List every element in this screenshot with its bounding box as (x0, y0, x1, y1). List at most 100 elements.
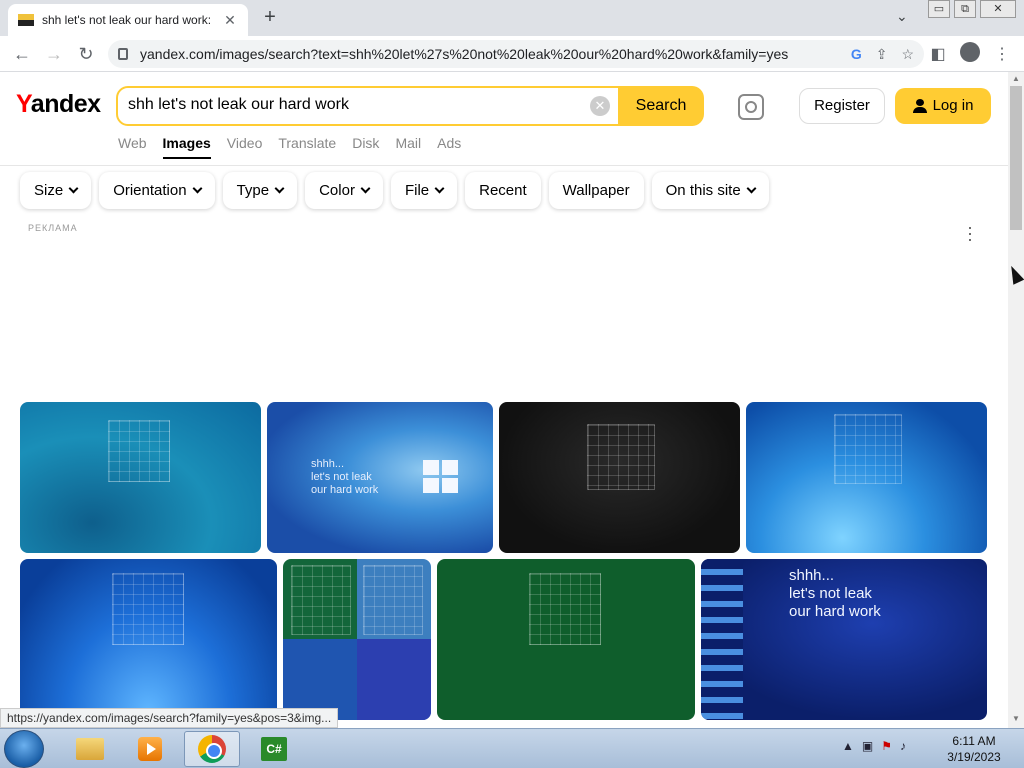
crossword-grid-graphic (363, 565, 423, 635)
service-mail[interactable]: Mail (395, 135, 421, 159)
filter-recent[interactable]: Recent (465, 172, 541, 209)
filter-color[interactable]: Color (305, 172, 383, 209)
forward-arrow-icon[interactable]: → (42, 42, 66, 66)
address-url[interactable]: yandex.com/images/search?text=shh%20let%… (140, 46, 837, 62)
address-bar[interactable]: yandex.com/images/search?text=shh%20let%… (108, 40, 924, 68)
filter-orientation[interactable]: Orientation (99, 172, 215, 209)
taskbar-media-player[interactable] (122, 731, 178, 767)
header-divider (0, 165, 1008, 166)
lock-icon[interactable] (118, 48, 128, 60)
search-input[interactable] (128, 96, 578, 114)
chrome-icon (198, 735, 226, 763)
windows-logo-icon (423, 460, 459, 494)
chrome-menu-icon[interactable]: ⋮ (992, 44, 1012, 64)
taskbar-chrome[interactable] (184, 731, 240, 767)
clear-search-icon[interactable]: ✕ (590, 96, 610, 116)
taskbar-csharp[interactable]: C# (246, 731, 302, 767)
crossword-grid-graphic (112, 573, 184, 645)
close-window-button[interactable]: ✕ (980, 0, 1016, 18)
network-icon[interactable]: ▣ (862, 739, 873, 753)
filter-type[interactable]: Type (222, 172, 298, 209)
service-web[interactable]: Web (118, 135, 147, 159)
crossword-grid-graphic (529, 573, 601, 645)
start-button[interactable] (4, 730, 44, 768)
result-image-5[interactable] (20, 559, 277, 720)
back-arrow-icon[interactable]: ← (10, 42, 34, 66)
restore-button[interactable]: ⧉ (954, 0, 976, 18)
minimize-button[interactable]: ▭ (928, 0, 950, 18)
filter-color-label: Color (319, 182, 355, 199)
search-button[interactable]: Search (618, 86, 704, 126)
status-bar-url: https://yandex.com/images/search?family=… (0, 708, 339, 728)
share-icon[interactable]: ⇪ (876, 46, 888, 63)
clock-time: 6:11 AM (952, 734, 996, 748)
result-image-8[interactable]: shhh... let's not leak our hard work (701, 559, 987, 720)
chevron-down-icon (192, 183, 203, 194)
service-disk[interactable]: Disk (352, 135, 379, 159)
crossword-grid-graphic (291, 565, 351, 635)
service-video[interactable]: Video (227, 135, 263, 159)
profile-avatar[interactable] (960, 42, 980, 62)
volume-icon[interactable]: ♪ (900, 739, 906, 753)
side-panel-icon[interactable]: ◧ (928, 44, 948, 64)
folder-icon (76, 738, 104, 760)
result-image-2[interactable]: shhh... let's not leak our hard work (267, 402, 493, 553)
scroll-up-arrow-icon[interactable]: ▲ (1008, 72, 1024, 86)
chevron-down-icon (746, 183, 757, 194)
filter-type-label: Type (236, 182, 270, 199)
register-button[interactable]: Register (799, 88, 885, 124)
result-image-4[interactable] (746, 402, 987, 553)
chevron-down-icon (68, 183, 79, 194)
filter-wallpaper[interactable]: Wallpaper (548, 172, 644, 209)
scroll-down-arrow-icon[interactable]: ▼ (1008, 712, 1024, 726)
browser-toolbar: ← → ↻ yandex.com/images/search?text=shh%… (0, 36, 1024, 72)
filter-orientation-label: Orientation (113, 182, 187, 199)
taskbar-clock[interactable]: 6:11 AM 3/19/2023 (936, 733, 1012, 765)
yandex-images-page: Yandex ✕ Search Register Log in Web Imag… (0, 72, 1008, 720)
chevron-down-icon (360, 183, 371, 194)
login-button[interactable]: Log in (895, 88, 991, 124)
tab-search-chevron-icon[interactable]: ⌄ (896, 8, 908, 25)
image-search-camera-icon[interactable] (738, 94, 764, 120)
crossword-grid-graphic (587, 424, 655, 490)
taskbar-explorer[interactable] (62, 731, 118, 767)
desktop-icons-column (701, 559, 743, 720)
google-lens-icon[interactable]: G (851, 46, 862, 62)
result-image-1[interactable] (20, 402, 261, 553)
image-caption: shhh... let's not leak our hard work (789, 567, 881, 621)
action-center-icon[interactable]: ⚑ (881, 739, 892, 753)
crossword-grid-graphic (108, 420, 170, 482)
search-box: ✕ Search (116, 86, 704, 126)
bookmark-star-icon[interactable]: ☆ (901, 46, 914, 63)
filter-on-this-site-label: On this site (665, 182, 741, 199)
filter-file[interactable]: File (390, 172, 458, 209)
browser-tab-bar: shh let's not leak our hard work: ✕ + ⌄ … (0, 0, 1024, 36)
filter-size[interactable]: Size (20, 172, 92, 209)
image-caption: shhh... let's not leak our hard work (311, 458, 378, 497)
tray-expand-icon[interactable]: ▲ (842, 739, 854, 753)
result-image-3[interactable] (499, 402, 740, 553)
service-translate[interactable]: Translate (278, 135, 336, 159)
caption-line: let's not leak (789, 585, 872, 602)
ad-more-options-icon[interactable]: · · · (962, 218, 978, 248)
caption-line: let's not leak (311, 471, 372, 483)
caption-line: shhh... (311, 458, 345, 470)
browser-tab[interactable]: shh let's not leak our hard work: ✕ (8, 4, 248, 36)
scrollbar-thumb[interactable] (1010, 86, 1022, 230)
result-image-7[interactable] (437, 559, 695, 720)
yandex-logo[interactable]: Yandex (16, 90, 101, 119)
caption-line: our hard work (789, 603, 881, 620)
yandex-favicon-icon (18, 14, 34, 26)
service-ads[interactable]: Ads (437, 135, 461, 159)
logo-rest: andex (30, 90, 101, 118)
page-scrollbar[interactable]: ▲ ▼ (1008, 72, 1024, 728)
caption-line: our hard work (311, 484, 379, 496)
filter-on-this-site[interactable]: On this site (651, 172, 769, 209)
result-image-6[interactable] (283, 559, 431, 720)
service-images[interactable]: Images (162, 135, 211, 159)
reload-icon[interactable]: ↻ (74, 42, 98, 66)
new-tab-button[interactable]: + (258, 6, 282, 30)
media-player-icon (138, 737, 162, 761)
tab-close-icon[interactable]: ✕ (222, 12, 238, 29)
logo-y: Y (16, 90, 31, 118)
